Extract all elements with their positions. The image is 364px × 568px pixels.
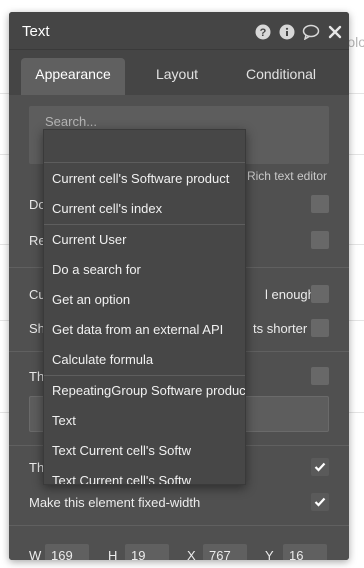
checkmark-icon [314,497,326,507]
dropdown-item[interactable]: Get data from an external API [44,315,245,345]
width-input[interactable]: 169 [45,544,89,560]
rich-text-editor-link[interactable]: Rich text editor [247,169,327,183]
close-icon[interactable] [326,23,344,41]
tab-conditional[interactable]: Conditional [223,58,339,95]
height-label: H [108,548,118,560]
option-row: Make this element fixed-width [29,491,329,515]
canvas-text-fragment: olo [347,34,364,50]
x-label: X [187,548,196,560]
width-label: W [29,548,42,560]
x-input[interactable]: 767 [203,544,247,560]
svg-text:?: ? [260,27,267,39]
option-label: Th [29,369,45,384]
dropdown-item[interactable]: RepeatingGroup Software product [44,376,245,406]
option-checkbox[interactable] [311,458,329,476]
option-label-suffix: l enough [265,287,315,302]
option-checkbox[interactable] [311,195,329,213]
comment-icon[interactable] [302,23,320,41]
dropdown-item[interactable]: Calculate formula [44,345,245,375]
dynamic-data-dropdown: Current cell's Software product Current … [43,129,246,485]
dropdown-item[interactable]: Text [44,406,245,436]
option-label: Th [29,460,45,475]
dropdown-item[interactable]: Get an option [44,285,245,315]
panel-tabs: Appearance Layout Conditional [9,50,349,95]
option-label: Make this element fixed-width [29,495,201,510]
height-input[interactable]: 19 [125,544,169,560]
panel-title: Text [22,23,50,40]
tab-appearance[interactable]: Appearance [21,58,125,95]
tab-layout[interactable]: Layout [135,58,219,95]
option-checkbox[interactable] [311,231,329,249]
option-label-suffix: ts shorter [253,321,308,336]
dropdown-item[interactable]: Do a search for [44,255,245,285]
panel-titlebar[interactable]: Text ? [9,12,349,50]
dropdown-filter-input[interactable] [44,130,245,163]
option-checkbox[interactable] [311,319,329,337]
info-icon[interactable] [278,23,296,41]
checkmark-icon [314,462,326,472]
y-input[interactable]: 16 [283,544,327,560]
dropdown-item[interactable]: Current cell's index [44,194,245,224]
dimensions-row: W 169 H 19 X 767 Y 16 [29,544,339,560]
option-checkbox[interactable] [311,493,329,511]
panel-toolbar: ? [254,23,344,41]
option-checkbox[interactable] [311,285,329,303]
help-icon[interactable]: ? [254,23,272,41]
y-label: Y [265,548,274,560]
dropdown-item[interactable]: Text Current cell's Softw [44,436,245,466]
dropdown-item[interactable]: Current cell's Software product [44,164,245,194]
dropdown-item[interactable]: Text Current cell's Softw [44,466,245,484]
section-divider [9,525,349,526]
option-checkbox[interactable] [311,367,329,385]
dropdown-item[interactable]: Current User [44,225,245,255]
